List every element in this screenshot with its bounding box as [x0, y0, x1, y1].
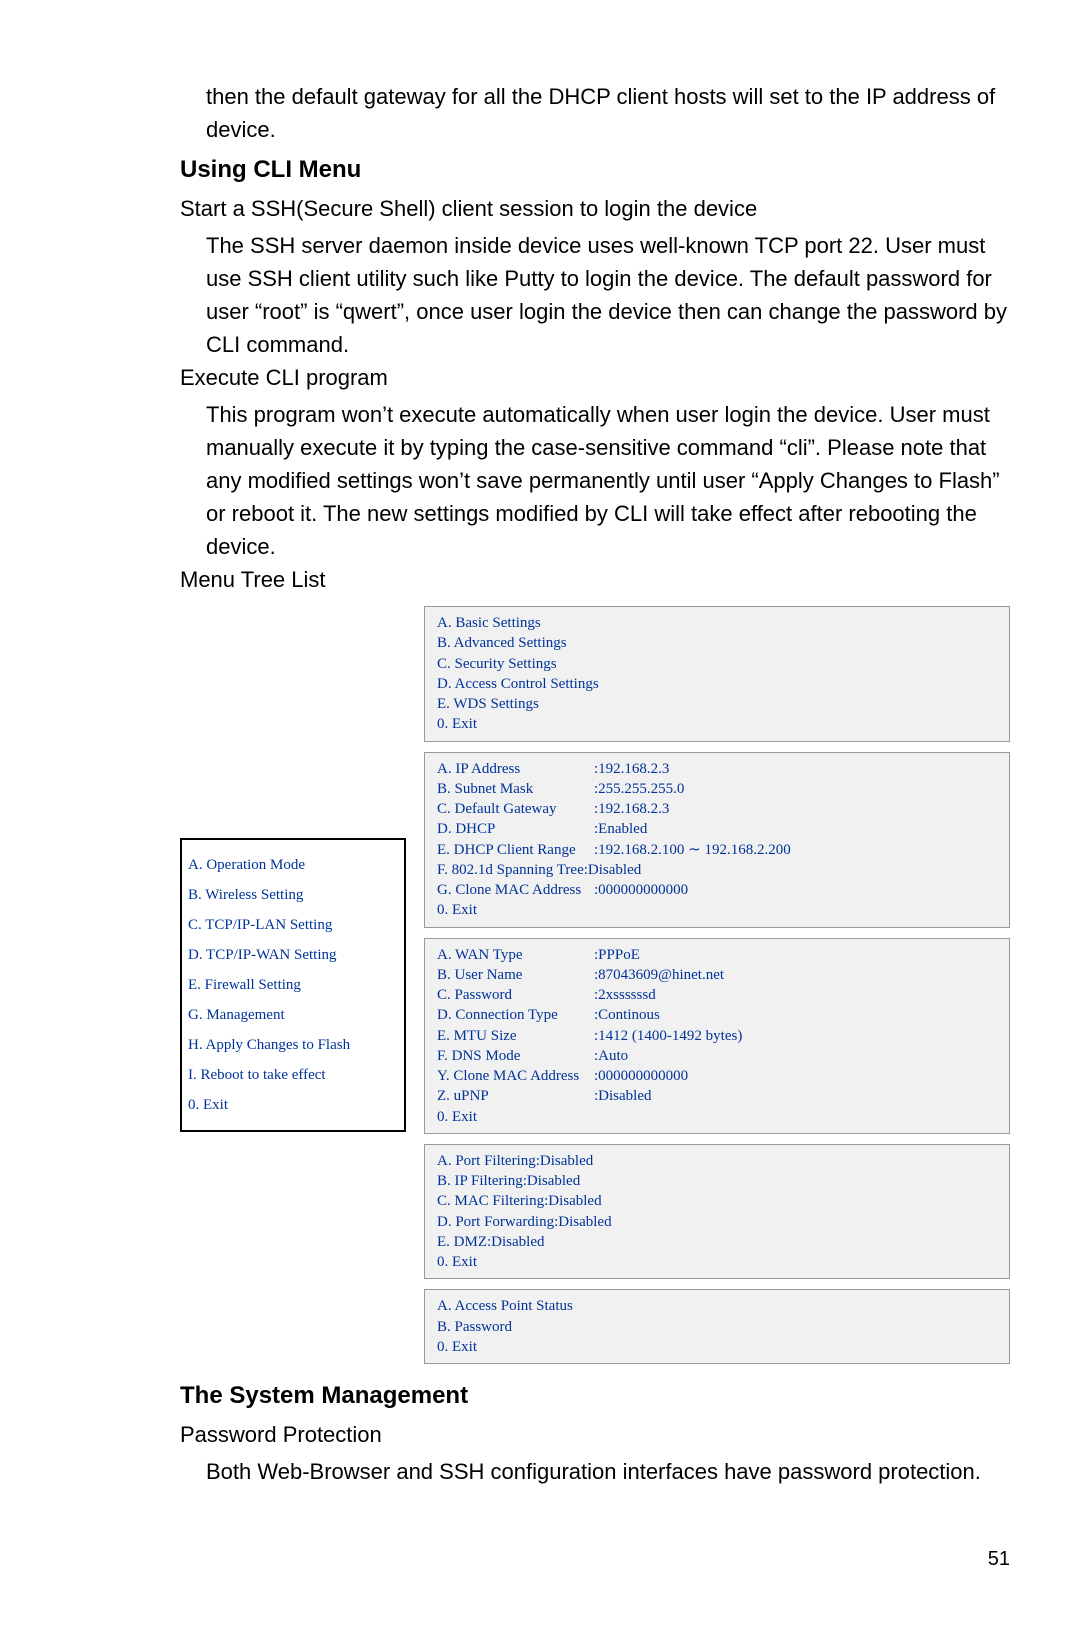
panel-item: A. Basic Settings [437, 613, 997, 633]
panel-item: F. DNS ModeAuto [437, 1046, 997, 1066]
panel-item: D. Access Control Settings [437, 674, 997, 694]
main-menu-item: E. Firewall Setting [188, 970, 398, 1000]
panel-item: C. MAC Filtering:Disabled [437, 1191, 997, 1211]
panel-item: 0. Exit [437, 1107, 997, 1127]
panel-item: C. Security Settings [437, 654, 997, 674]
password-body: Both Web-Browser and SSH configuration i… [206, 1455, 1010, 1488]
panel-item: 0. Exit [437, 1252, 997, 1272]
main-menu-item: A. Operation Mode [188, 850, 398, 880]
main-menu-box: A. Operation Mode B. Wireless Setting C.… [180, 838, 406, 1132]
panel-item: C. Default Gateway192.168.2.3 [437, 799, 997, 819]
section-heading-cli: Using CLI Menu [180, 156, 1010, 184]
main-menu-item: G. Management [188, 1000, 398, 1030]
lan-submenu-panel: A. IP Address192.168.2.3 B. Subnet Mask2… [424, 752, 1010, 928]
panel-item: A. Access Point Status [437, 1296, 997, 1316]
ssh-heading: Start a SSH(Secure Shell) client session… [180, 192, 1010, 225]
panel-item: 0. Exit [437, 900, 997, 920]
panel-item: B. User Name87043609@hinet.net [437, 965, 997, 985]
section-heading-system-management: The System Management [180, 1382, 1010, 1410]
main-menu-item: D. TCP/IP-WAN Setting [188, 940, 398, 970]
main-menu-item: C. TCP/IP-LAN Setting [188, 910, 398, 940]
menu-tree-heading: Menu Tree List [180, 563, 1010, 596]
wireless-submenu-panel: A. Basic Settings B. Advanced Settings C… [424, 606, 1010, 742]
panel-item: D. Connection TypeContinous [437, 1005, 997, 1025]
panel-item: E. DHCP Client Range192.168.2.100 ∼ 192.… [437, 840, 997, 860]
panel-item: D. DHCPEnabled [437, 819, 997, 839]
panel-item: B. Password [437, 1317, 997, 1337]
submenu-column: A. Basic Settings B. Advanced Settings C… [424, 606, 1010, 1364]
panel-item: G. Clone MAC Address000000000000 [437, 880, 997, 900]
panel-item: E. WDS Settings [437, 694, 997, 714]
ssh-body: The SSH server daemon inside device uses… [206, 229, 1010, 361]
panel-item: E. DMZ:Disabled [437, 1232, 997, 1252]
panel-item: B. Subnet Mask255.255.255.0 [437, 779, 997, 799]
panel-item: F. 802.1d Spanning TreeDisabled [437, 860, 997, 880]
page-number: 51 [180, 1548, 1010, 1571]
cli-heading: Execute CLI program [180, 361, 1010, 394]
menu-tree-diagram: A. Operation Mode B. Wireless Setting C.… [180, 606, 1010, 1364]
main-menu-item: B. Wireless Setting [188, 880, 398, 910]
panel-item: D. Port Forwarding:Disabled [437, 1212, 997, 1232]
panel-item: 0. Exit [437, 1337, 997, 1357]
intro-text: then the default gateway for all the DHC… [206, 80, 1010, 146]
panel-item: C. Password2xssssssd [437, 985, 997, 1005]
cli-body: This program won’t execute automatically… [206, 398, 1010, 563]
panel-item: E. MTU Size1412 (1400-1492 bytes) [437, 1026, 997, 1046]
panel-item: 0. Exit [437, 714, 997, 734]
wan-submenu-panel: A. WAN TypePPPoE B. User Name87043609@hi… [424, 938, 1010, 1134]
main-menu-item: 0. Exit [188, 1090, 398, 1120]
password-heading: Password Protection [180, 1418, 1010, 1451]
main-menu-item: H. Apply Changes to Flash [188, 1030, 398, 1060]
panel-item: Y. Clone MAC Address000000000000 [437, 1066, 997, 1086]
panel-item: A. Port Filtering:Disabled [437, 1151, 997, 1171]
panel-item: Z. uPNPDisabled [437, 1086, 997, 1106]
panel-item: A. WAN TypePPPoE [437, 945, 997, 965]
firewall-submenu-panel: A. Port Filtering:Disabled B. IP Filteri… [424, 1144, 1010, 1280]
management-submenu-panel: A. Access Point Status B. Password 0. Ex… [424, 1289, 1010, 1364]
panel-item: A. IP Address192.168.2.3 [437, 759, 997, 779]
main-menu-item: I. Reboot to take effect [188, 1060, 398, 1090]
panel-item: B. IP Filtering:Disabled [437, 1171, 997, 1191]
panel-item: B. Advanced Settings [437, 633, 997, 653]
